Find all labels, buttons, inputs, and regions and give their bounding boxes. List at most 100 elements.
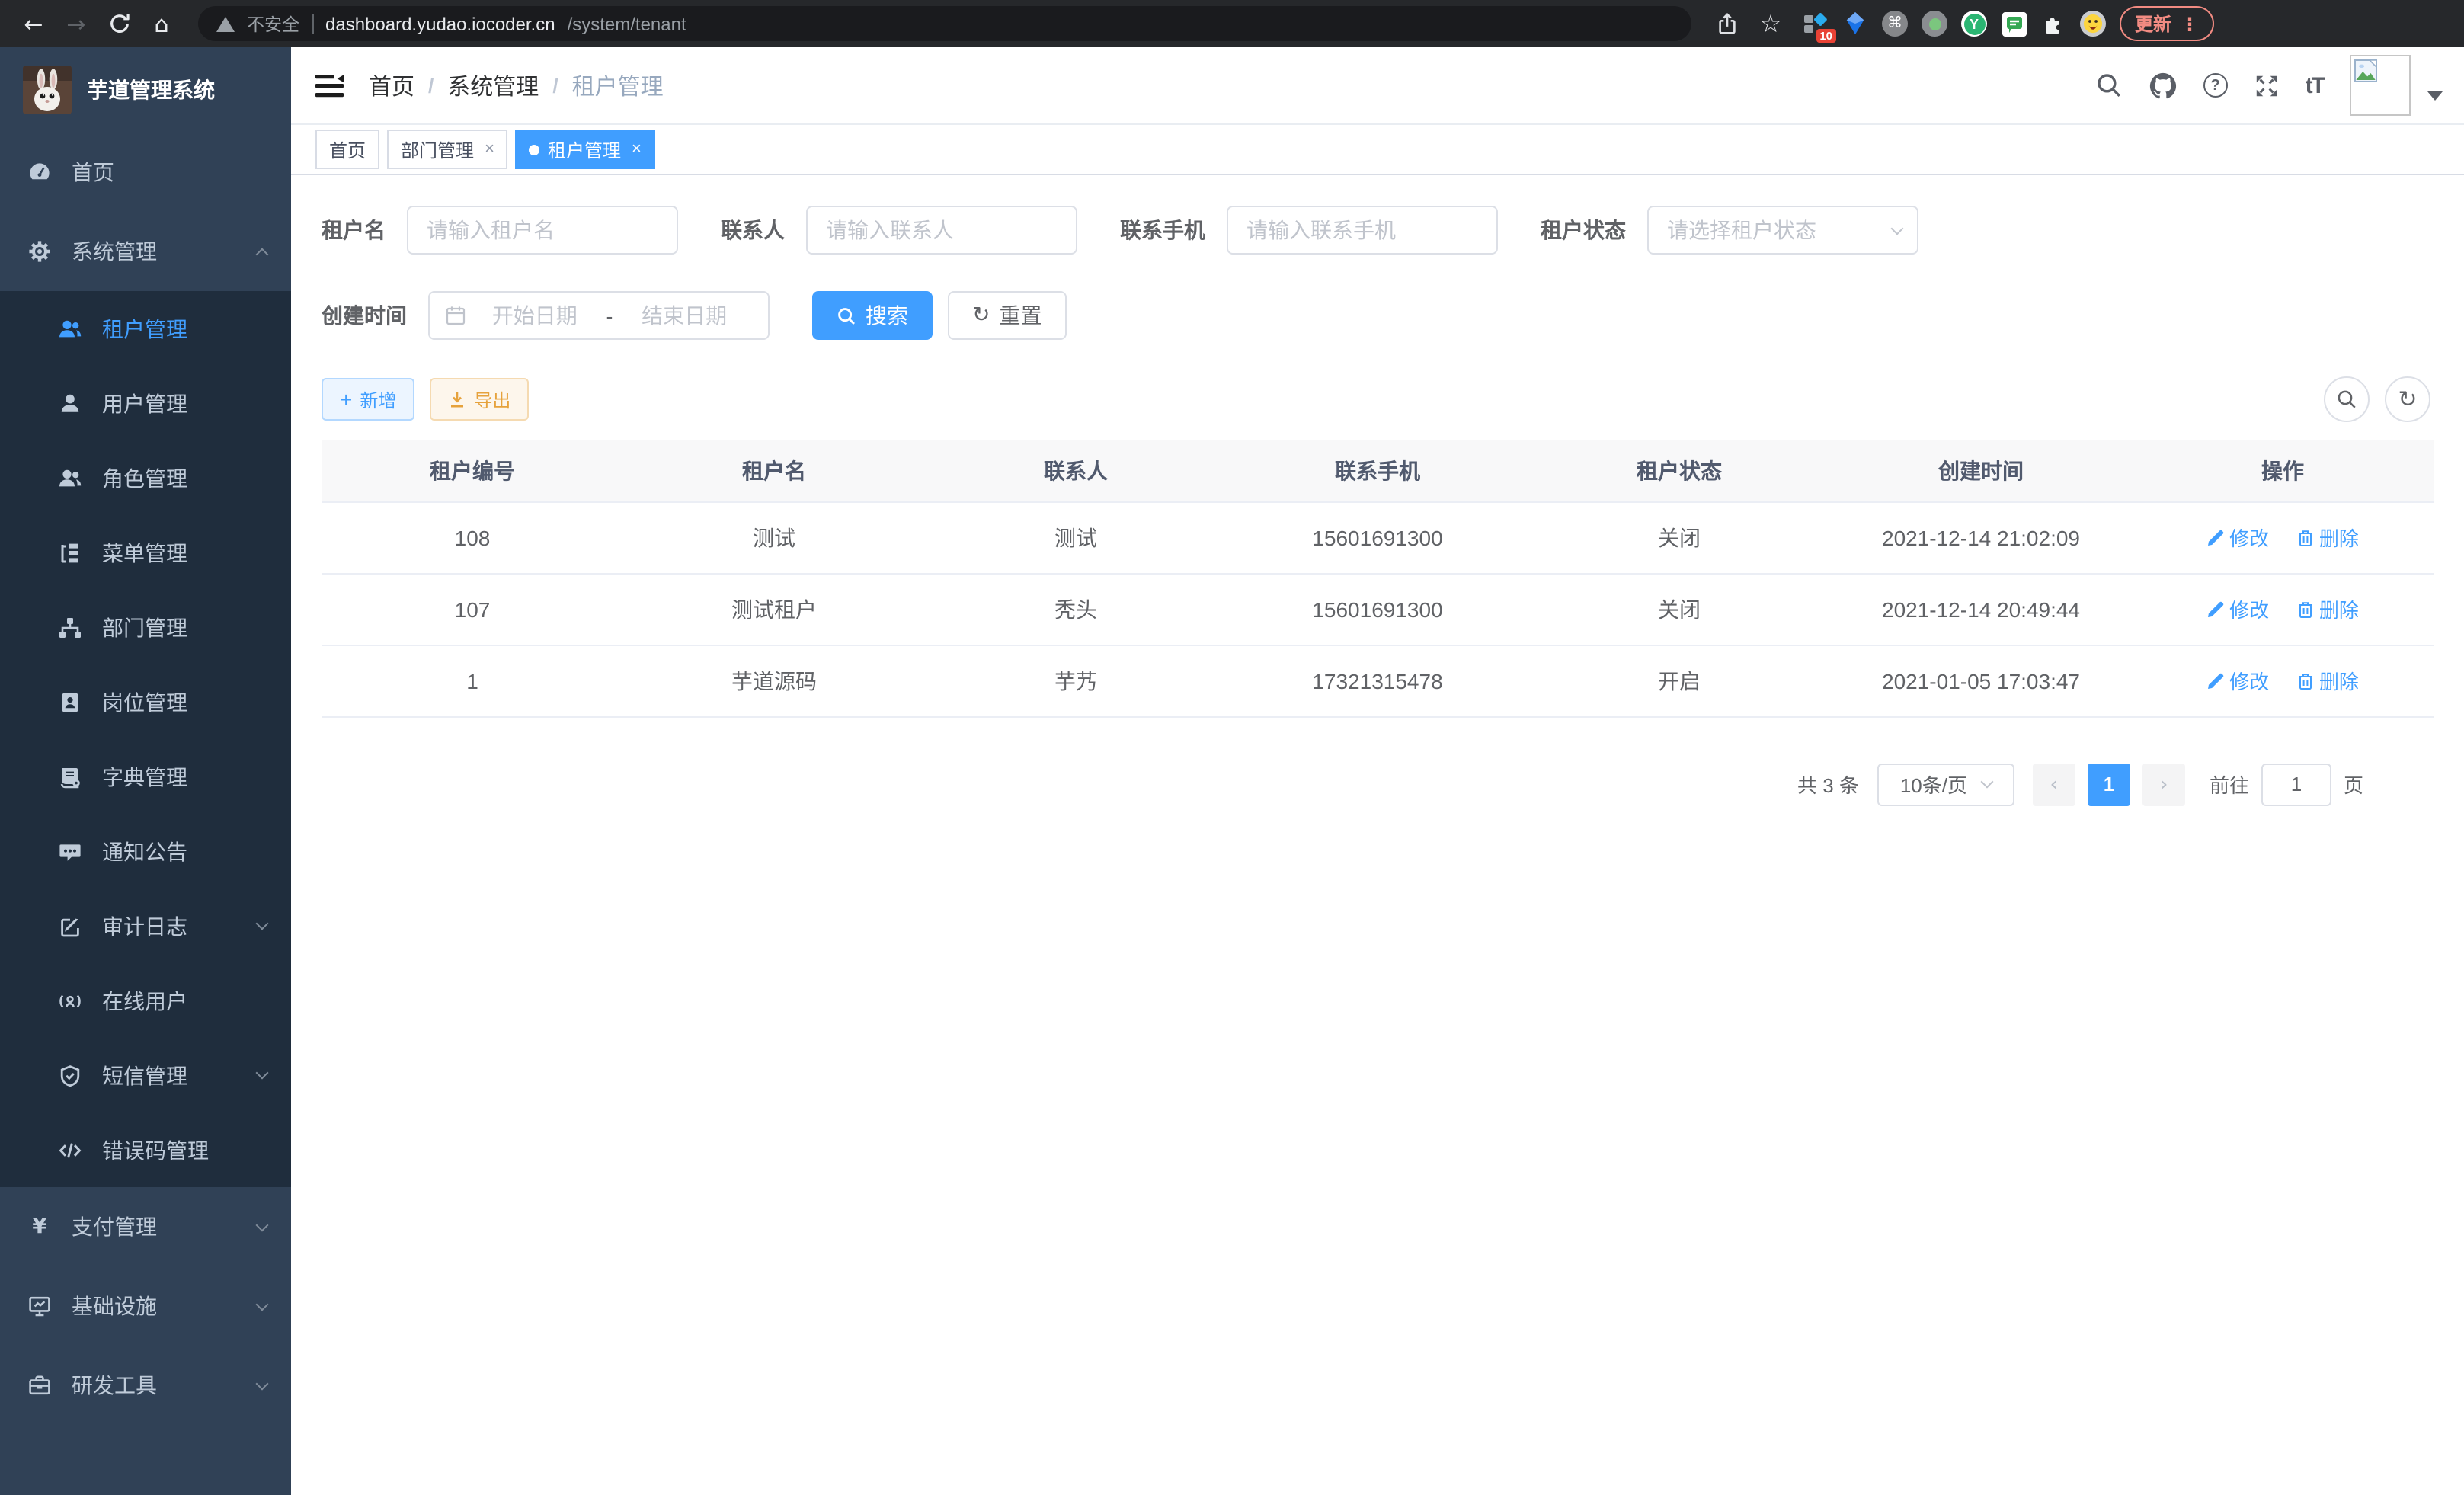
screen: ← → ⌂ 不安全 dashboard.yudao.iocoder.cn/sys… xyxy=(0,0,2464,1495)
browser-actions: ☆ 10 ⌘ Y xyxy=(1716,5,2214,42)
edit-button[interactable]: 修改 xyxy=(2206,523,2269,552)
dictionary-icon xyxy=(58,764,82,789)
sidebar-item-system[interactable]: 系统管理 xyxy=(0,212,291,291)
extension-emoji-icon[interactable] xyxy=(2080,11,2106,37)
delete-button[interactable]: 删除 xyxy=(2296,666,2359,695)
refresh-table-button[interactable]: ↻ xyxy=(2385,376,2430,422)
tab-dept[interactable]: 部门管理 × xyxy=(387,130,508,169)
export-button[interactable]: 导出 xyxy=(430,378,529,421)
menu-tree-icon xyxy=(58,540,82,565)
sidebar-item-user[interactable]: 用户管理 xyxy=(0,366,291,440)
tab-home[interactable]: 首页 xyxy=(315,130,379,169)
pagination: 共 3 条 10条/页 ‹ 1 › 前往 页 xyxy=(322,763,2434,805)
sidebar-item-post[interactable]: 岗位管理 xyxy=(0,664,291,739)
shield-check-icon xyxy=(58,1063,82,1087)
close-tab-icon[interactable]: × xyxy=(632,140,642,158)
sidebar-item-dict[interactable]: 字典管理 xyxy=(0,739,291,814)
page-size-select[interactable]: 10条/页 xyxy=(1877,763,2014,805)
sidebar-item-notice[interactable]: 通知公告 xyxy=(0,814,291,888)
tags-view: 首页 部门管理 × 租户管理 × xyxy=(291,123,2464,175)
delete-button[interactable]: 删除 xyxy=(2296,594,2359,623)
search-button[interactable]: 搜索 xyxy=(812,291,933,340)
sidebar-item-devtools[interactable]: 研发工具 xyxy=(0,1346,291,1425)
contact-input[interactable] xyxy=(806,206,1077,255)
mobile-label: 联系手机 xyxy=(1120,215,1205,245)
security-label: 不安全 xyxy=(247,11,299,36)
extension-command-icon[interactable]: ⌘ xyxy=(1882,11,1908,37)
reset-button[interactable]: ↻ 重置 xyxy=(948,291,1066,340)
extension-translate-icon[interactable] xyxy=(2001,11,2027,37)
active-tab-dot xyxy=(530,144,540,155)
jump-page-input[interactable] xyxy=(2261,763,2331,805)
toggle-search-button[interactable] xyxy=(2324,376,2370,422)
edit-button[interactable]: 修改 xyxy=(2206,666,2269,695)
org-chart-icon xyxy=(58,615,82,639)
extension-kite-icon[interactable] xyxy=(1842,11,1868,37)
sidebar-item-home[interactable]: 首页 xyxy=(0,133,291,212)
font-size-icon[interactable]: tT xyxy=(2306,72,2324,98)
sidebar-item-dept[interactable]: 部门管理 xyxy=(0,590,291,664)
tenant-name-input[interactable] xyxy=(407,206,678,255)
browser-forward-icon[interactable]: → xyxy=(58,5,94,42)
avatar[interactable] xyxy=(2350,55,2411,116)
next-page-button[interactable]: › xyxy=(2142,763,2185,805)
github-icon[interactable] xyxy=(2149,71,2178,100)
sidebar-item-pay[interactable]: ¥ 支付管理 xyxy=(0,1187,291,1266)
app-title: 芋道管理系统 xyxy=(87,75,215,105)
breadcrumb-section[interactable]: 系统管理 xyxy=(447,69,539,101)
prev-page-button[interactable]: ‹ xyxy=(2033,763,2075,805)
id-badge-icon xyxy=(58,690,82,714)
address-bar[interactable]: 不安全 dashboard.yudao.iocoder.cn/system/te… xyxy=(198,6,1691,41)
status-value: 关闭 xyxy=(1528,573,1830,645)
date-end[interactable]: 结束日期 xyxy=(616,300,753,331)
breadcrumb-current: 租户管理 xyxy=(572,69,664,101)
url-path: /system/tenant xyxy=(568,13,686,34)
status-select[interactable]: 请选择租户状态 xyxy=(1647,206,1918,255)
collapse-sidebar-icon[interactable] xyxy=(315,72,346,98)
share-icon[interactable] xyxy=(1716,11,1739,36)
sidebar-item-error-code[interactable]: 错误码管理 xyxy=(0,1112,291,1187)
extension-y-icon[interactable]: Y xyxy=(1961,11,1987,37)
delete-button[interactable]: 删除 xyxy=(2296,523,2359,552)
total-count: 共 3 条 xyxy=(1797,770,1859,799)
browser-menu-icon[interactable]: ⋮ xyxy=(2181,13,2199,34)
refresh-icon: ↻ xyxy=(2398,388,2417,411)
search-icon[interactable] xyxy=(2095,72,2123,99)
add-button[interactable]: + 新增 xyxy=(322,378,414,421)
extension-recorder-icon[interactable] xyxy=(1922,11,1947,37)
extensions-puzzle-icon[interactable] xyxy=(2040,11,2066,37)
browser-reload-icon[interactable] xyxy=(101,5,137,42)
mobile-input[interactable] xyxy=(1227,206,1498,255)
sidebar-item-online-user[interactable]: 在线用户 xyxy=(0,963,291,1038)
sidebar-item-audit-log[interactable]: 审计日志 xyxy=(0,888,291,963)
edit-button[interactable]: 修改 xyxy=(2206,594,2269,623)
browser-back-icon[interactable]: ← xyxy=(15,5,52,42)
browser-home-icon[interactable]: ⌂ xyxy=(143,5,180,42)
help-icon[interactable]: ? xyxy=(2203,73,2228,98)
extension-blocker-icon[interactable]: 10 xyxy=(1803,11,1829,37)
chevron-down-icon xyxy=(1891,222,1904,235)
sidebar-item-tenant[interactable]: 租户管理 xyxy=(0,291,291,366)
avatar-dropdown-caret-icon[interactable] xyxy=(2427,91,2443,101)
col-tenant-name: 租户名 xyxy=(623,440,925,501)
page-number-button[interactable]: 1 xyxy=(2088,763,2130,805)
omnibox-divider xyxy=(312,14,313,34)
sidebar-item-menu[interactable]: 菜单管理 xyxy=(0,515,291,590)
date-start[interactable]: 开始日期 xyxy=(466,300,603,331)
logo-rabbit-image xyxy=(23,66,72,114)
date-range-picker[interactable]: 开始日期 - 结束日期 xyxy=(428,291,770,340)
breadcrumb-home[interactable]: 首页 xyxy=(369,69,414,101)
yen-icon: ¥ xyxy=(27,1215,52,1239)
col-status: 租户状态 xyxy=(1528,440,1830,501)
close-tab-icon[interactable]: × xyxy=(485,140,494,158)
tab-tenant[interactable]: 租户管理 × xyxy=(516,130,655,169)
sidebar-item-role[interactable]: 角色管理 xyxy=(0,440,291,515)
fullscreen-icon[interactable] xyxy=(2254,72,2280,98)
sidebar-item-sms[interactable]: 短信管理 xyxy=(0,1038,291,1112)
jump-suffix: 页 xyxy=(2344,770,2363,799)
browser-update-button[interactable]: 更新 ⋮ xyxy=(2120,6,2214,41)
sidebar-item-infra[interactable]: 基础设施 xyxy=(0,1266,291,1346)
bookmark-star-icon[interactable]: ☆ xyxy=(1752,5,1789,42)
app-logo[interactable]: 芋道管理系统 xyxy=(0,47,291,133)
contact-label: 联系人 xyxy=(721,215,785,245)
